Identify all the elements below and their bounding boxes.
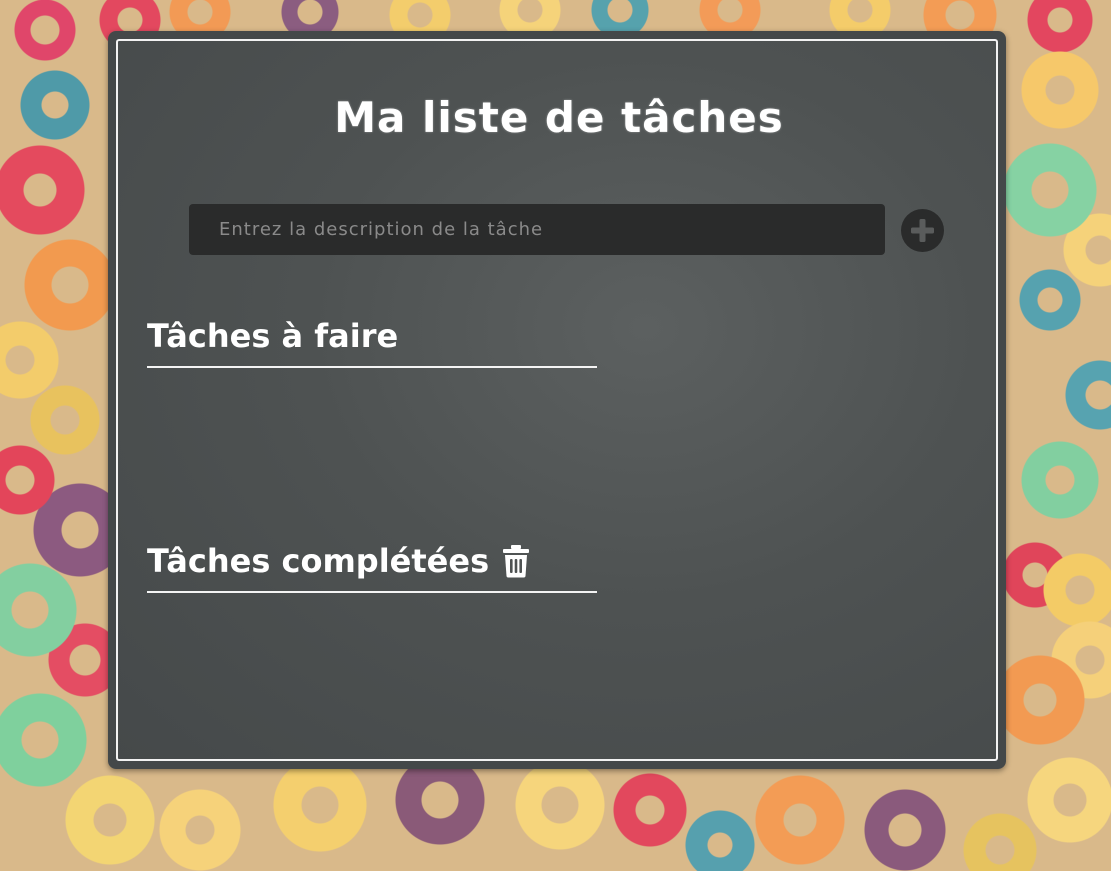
chalkboard-border: Ma liste de tâches Tâches à faire Tâches…	[116, 39, 998, 761]
todo-section-title: Tâches à faire	[147, 317, 399, 355]
completed-section-heading: Tâches complétées	[147, 541, 597, 593]
completed-task-list	[147, 601, 597, 751]
trash-icon	[503, 545, 530, 578]
page-title: Ma liste de tâches	[334, 93, 784, 142]
plus-circle-icon	[911, 219, 934, 242]
completed-section-title: Tâches complétées	[147, 542, 490, 580]
todo-section-heading: Tâches à faire	[147, 316, 597, 368]
todo-task-list	[147, 376, 597, 526]
task-description-input[interactable]	[189, 204, 885, 255]
clear-completed-button[interactable]	[501, 544, 531, 578]
chalkboard-panel: Ma liste de tâches Tâches à faire Tâches…	[108, 31, 1006, 769]
add-task-button[interactable]	[901, 209, 944, 252]
